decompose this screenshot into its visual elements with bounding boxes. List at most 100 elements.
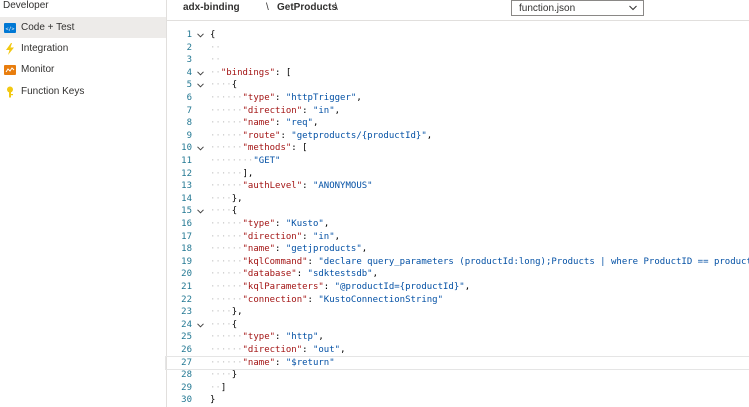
code-line[interactable]: 11 ········"GET" (166, 155, 749, 168)
line-number: 22 (181, 294, 192, 305)
code-line[interactable]: 16 ······"type": "Kusto", (166, 218, 749, 231)
file-dropdown[interactable]: function.json (511, 0, 644, 16)
code-line[interactable]: 2 ·· (166, 42, 749, 55)
sidebar-item-monitor[interactable]: Monitor (0, 59, 166, 80)
code-line[interactable]: 7 ······"direction": "in", (166, 105, 749, 118)
json-string: "@productId={productId}" (334, 282, 465, 292)
code-text: ······], (210, 168, 253, 181)
code-line[interactable]: 21 ······"kqlParameters": "@productId={pr… (166, 281, 749, 294)
code-line[interactable]: 24 ····{ (166, 319, 749, 332)
fold-chevron-icon[interactable] (196, 79, 205, 92)
json-string: "in" (312, 231, 335, 242)
json-key: "route" (242, 130, 281, 141)
whitespace-indent: ······ (210, 357, 243, 368)
whitespace-indent: ······ (210, 143, 243, 154)
code-line[interactable]: 25 ······"type": "http", (166, 331, 749, 344)
code-text: ······"kqlCommand": "declare query_param… (210, 256, 749, 269)
code-text: ····{ (210, 319, 237, 332)
fold-chevron-icon[interactable] (196, 67, 205, 80)
code-line[interactable]: 15 ····{ (166, 205, 749, 218)
code-text: ······"type": "Kusto", (210, 218, 329, 231)
json-punctuation: { (231, 206, 238, 217)
code-line[interactable]: 4 ··"bindings": [ (166, 67, 749, 80)
fold-chevron-icon[interactable] (196, 142, 205, 155)
whitespace-indent: ······ (210, 231, 243, 242)
sidebar-item-function-keys[interactable]: Function Keys (0, 81, 166, 102)
code-line[interactable]: 12 ······], (166, 168, 749, 181)
code-line[interactable]: 22 ······"connection": "KustoConnectionSt… (166, 294, 749, 307)
line-number: 7 (186, 105, 192, 116)
sidebar-item-code-test[interactable]: </> Code + Test (0, 17, 166, 38)
sidebar: Developer </> Code + Test Integration Mo… (0, 0, 167, 407)
breadcrumb-app[interactable]: adx-binding (183, 2, 240, 14)
json-key: "kqlCommand" (242, 256, 308, 267)
code-line[interactable]: 18 ······"name": "getjproducts", (166, 243, 749, 256)
code-line[interactable]: 14 ····}, (166, 193, 749, 206)
whitespace-indent: ······ (210, 105, 243, 116)
sidebar-item-integration[interactable]: Integration (0, 38, 166, 59)
code-text: ····{ (210, 79, 237, 92)
code-text: } (210, 394, 215, 407)
code-line[interactable]: 29 ··] (166, 382, 749, 395)
code-text: { (210, 29, 215, 42)
code-line[interactable]: 26 ······"direction": "out", (166, 344, 749, 357)
sidebar-title: Developer (3, 0, 49, 11)
code-text: ······"route": "getproducts/{productId}"… (210, 130, 432, 143)
json-punctuation: , (334, 105, 341, 116)
file-dropdown-value: function.json (519, 2, 576, 14)
json-string: "getjproducts" (285, 244, 362, 255)
code-line[interactable]: 30} (166, 394, 749, 407)
fold-chevron-icon[interactable] (196, 319, 205, 332)
code-text: ··"bindings": [ (210, 67, 291, 80)
code-line[interactable]: 9 ······"route": "getproducts/{productId}… (166, 130, 749, 143)
code-line[interactable]: 28 ····} (166, 369, 749, 382)
code-line[interactable]: 10 ······"methods": [ (166, 142, 749, 155)
code-text: ······"database": "sdktestsdb", (210, 268, 378, 281)
json-string: "declare query_parameters (productId:lon… (318, 256, 749, 267)
json-string: "req" (285, 118, 313, 129)
line-number: 30 (181, 395, 192, 406)
json-punctuation: : (280, 130, 292, 141)
json-punctuation: : (275, 118, 286, 129)
json-punctuation: ] (220, 382, 227, 393)
json-key: "name" (242, 357, 276, 368)
code-line[interactable]: 23 ····}, (166, 306, 749, 319)
code-line[interactable]: 3 ·· (166, 54, 749, 67)
code-line[interactable]: 27 ······"name": "$return" (165, 355, 749, 371)
line-number: 10 (181, 143, 192, 154)
json-punctuation: : (302, 345, 313, 355)
code-editor[interactable]: 1{2 ·· 3 ·· 4 ··"bindings": [5 ····{6 ······"ty… (165, 22, 749, 407)
code-text: ······"direction": "in", (210, 231, 340, 244)
json-punctuation: { (210, 30, 216, 40)
code-text: ······"type": "httpTrigger", (210, 92, 362, 105)
fold-chevron-icon[interactable] (196, 205, 205, 218)
code-line[interactable]: 6 ······"type": "httpTrigger", (166, 92, 749, 105)
line-number: 2 (186, 42, 192, 53)
code-line[interactable]: 1{ (166, 29, 749, 42)
json-key: "direction" (242, 345, 303, 355)
code-line[interactable]: 19 ······"kqlCommand": "declare query_par… (166, 256, 749, 269)
json-punctuation: , (323, 219, 330, 229)
breadcrumb-function[interactable]: GetProducts (277, 2, 337, 14)
code-line[interactable]: 17 ······"direction": "in", (166, 231, 749, 244)
line-number: 23 (181, 307, 192, 318)
line-number: 17 (181, 231, 192, 242)
whitespace-indent: ···· (210, 319, 232, 330)
code-line[interactable]: 13 ······"authLevel": "ANONYMOUS" (166, 180, 749, 193)
code-line[interactable]: 8 ······"name": "req", (166, 117, 749, 130)
code-line[interactable]: 5 ····{ (166, 79, 749, 92)
json-punctuation: , (426, 130, 433, 141)
json-key: "bindings" (220, 67, 276, 78)
json-key: "connection" (242, 294, 308, 305)
whitespace-indent: ·· (210, 67, 221, 78)
json-key: "direction" (242, 105, 303, 116)
whitespace-indent: ······ (210, 219, 243, 229)
whitespace-indent: ······ (210, 256, 243, 267)
line-number: 26 (181, 345, 192, 355)
json-punctuation: { (231, 319, 238, 330)
whitespace-indent: ······ (210, 294, 243, 305)
code-line[interactable]: 20 ······"database": "sdktestsdb", (166, 268, 749, 281)
sidebar-item-label: Integration (21, 43, 69, 54)
whitespace-indent: ········ (210, 156, 254, 166)
fold-chevron-icon[interactable] (196, 29, 205, 42)
